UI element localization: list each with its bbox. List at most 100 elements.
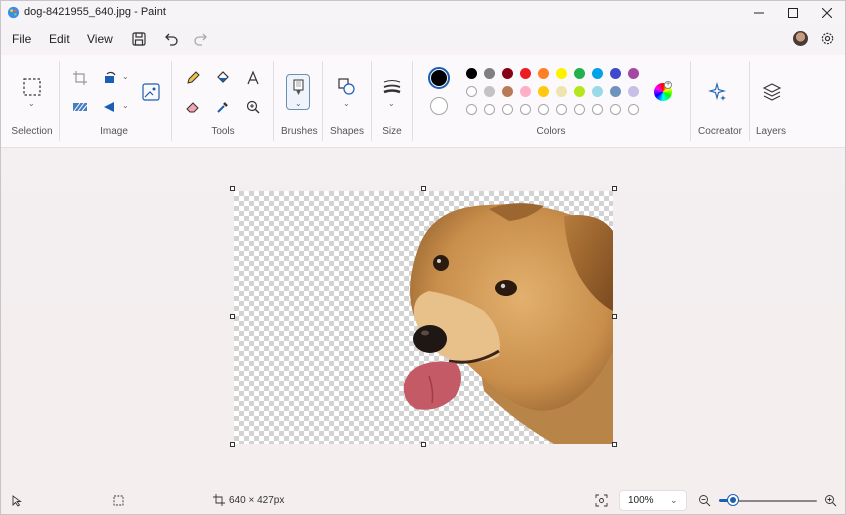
custom-color-slot[interactable] xyxy=(610,104,621,115)
menu-view[interactable]: View xyxy=(87,32,113,46)
ribbon-divider xyxy=(412,61,413,141)
resize-handle-top-middle[interactable] xyxy=(421,186,426,191)
palette-color-swatch[interactable] xyxy=(628,86,639,97)
paint-bucket-icon xyxy=(217,71,229,83)
menu-file[interactable]: File xyxy=(12,32,31,46)
resize-handle-middle-right[interactable] xyxy=(612,314,617,319)
redo-icon[interactable] xyxy=(193,31,209,47)
custom-color-slot[interactable] xyxy=(574,104,585,115)
profile-avatar[interactable] xyxy=(793,31,808,46)
selection-chevron-down-icon[interactable]: ⌄ xyxy=(28,99,35,108)
palette-color-swatch[interactable] xyxy=(592,86,603,97)
drawing-canvas[interactable] xyxy=(234,191,613,444)
palette-color-swatch[interactable] xyxy=(484,68,495,79)
rectangle-select-icon xyxy=(23,78,41,96)
layers-button[interactable] xyxy=(761,81,783,103)
palette-color-swatch[interactable] xyxy=(502,68,513,79)
custom-color-slot[interactable] xyxy=(592,104,603,115)
text-icon xyxy=(247,70,259,85)
rotate-tool[interactable] xyxy=(99,67,121,89)
palette-color-swatch[interactable] xyxy=(466,68,477,79)
size-button[interactable] xyxy=(381,76,403,98)
text-tool[interactable] xyxy=(242,67,264,89)
custom-color-slot[interactable] xyxy=(556,104,567,115)
fill-tool[interactable] xyxy=(212,67,234,89)
palette-color-swatch[interactable] xyxy=(538,86,549,97)
zoom-in-icon[interactable] xyxy=(824,494,837,507)
flip-chevron-down-icon[interactable]: ⌄ xyxy=(122,101,129,110)
zoom-slider-thumb[interactable] xyxy=(728,495,738,505)
resize-handle-bottom-middle[interactable] xyxy=(421,442,426,447)
rotate-chevron-down-icon[interactable]: ⌄ xyxy=(122,72,129,81)
crop-tool[interactable] xyxy=(69,67,91,89)
menu-edit[interactable]: Edit xyxy=(49,32,70,46)
minimize-button[interactable] xyxy=(741,1,777,25)
shapes-chevron-down-icon[interactable]: ⌄ xyxy=(343,99,350,108)
custom-color-slot[interactable] xyxy=(502,104,513,115)
remove-background-tool[interactable] xyxy=(69,96,91,118)
flip-tool[interactable] xyxy=(99,96,121,118)
custom-color-slot[interactable] xyxy=(520,104,531,115)
custom-color-slot[interactable] xyxy=(538,104,549,115)
undo-icon[interactable] xyxy=(163,31,179,47)
rotate-icon xyxy=(105,71,116,83)
ribbon-toolbar: ⌄ Selection ⌄ ⌄ Image Tools ⌄ Brushes ⌄ … xyxy=(1,55,845,148)
eyedropper-icon xyxy=(217,102,228,113)
palette-color-swatch[interactable] xyxy=(628,68,639,79)
selection-tool[interactable] xyxy=(21,76,43,98)
palette-color-swatch[interactable] xyxy=(610,86,621,97)
palette-color-swatch[interactable] xyxy=(466,86,477,97)
gear-icon[interactable] xyxy=(820,31,835,46)
custom-color-slot[interactable] xyxy=(484,104,495,115)
close-button[interactable] xyxy=(809,1,845,25)
palette-color-swatch[interactable] xyxy=(556,86,567,97)
custom-color-slot[interactable] xyxy=(628,104,639,115)
primary-color-swatch[interactable] xyxy=(431,70,447,86)
palette-color-swatch[interactable] xyxy=(610,68,621,79)
group-label-size: Size xyxy=(382,126,402,137)
magnifier-tool[interactable] xyxy=(242,96,264,118)
ribbon-divider xyxy=(273,61,274,141)
cocreator-button[interactable] xyxy=(707,81,729,103)
resize-handle-top-right[interactable] xyxy=(612,186,617,191)
fit-to-window-icon[interactable] xyxy=(595,494,608,507)
zoom-out-icon[interactable] xyxy=(698,494,711,507)
custom-color-slot[interactable] xyxy=(466,104,477,115)
maximize-button[interactable] xyxy=(775,1,811,25)
size-chevron-down-icon[interactable]: ⌄ xyxy=(388,99,395,108)
group-label-cocreator: Cocreator xyxy=(698,126,742,137)
resize-tool[interactable] xyxy=(140,81,162,103)
palette-color-swatch[interactable] xyxy=(574,86,585,97)
zoom-dropdown[interactable]: 100% ⌄ xyxy=(619,490,687,511)
palette-color-swatch[interactable] xyxy=(538,68,549,79)
eraser-tool[interactable] xyxy=(182,96,204,118)
shapes-button[interactable] xyxy=(336,76,358,98)
ribbon-divider xyxy=(171,61,172,141)
zoom-chevron-down-icon: ⌄ xyxy=(670,495,678,505)
magnifier-icon xyxy=(246,100,260,114)
pencil-tool[interactable] xyxy=(182,67,204,89)
brushes-button[interactable]: ⌄ xyxy=(286,74,310,110)
eraser-icon xyxy=(186,102,199,113)
palette-color-swatch[interactable] xyxy=(520,86,531,97)
group-label-image: Image xyxy=(100,126,128,137)
secondary-color-swatch[interactable] xyxy=(430,97,448,115)
stroke-size-icon xyxy=(383,80,401,94)
brushes-chevron-down-icon: ⌄ xyxy=(295,99,302,108)
palette-color-swatch[interactable] xyxy=(592,68,603,79)
palette-color-swatch[interactable] xyxy=(484,86,495,97)
edit-colors-button[interactable]: + xyxy=(654,81,672,101)
palette-color-swatch[interactable] xyxy=(574,68,585,79)
zoom-slider-track[interactable] xyxy=(737,500,817,502)
color-picker-tool[interactable] xyxy=(212,96,234,118)
resize-handle-bottom-right[interactable] xyxy=(612,442,617,447)
save-icon[interactable] xyxy=(131,31,147,47)
palette-color-swatch[interactable] xyxy=(520,68,531,79)
resize-handle-bottom-left[interactable] xyxy=(230,442,235,447)
palette-color-swatch[interactable] xyxy=(556,68,567,79)
pencil-icon xyxy=(187,71,200,84)
palette-color-swatch[interactable] xyxy=(502,86,513,97)
resize-handle-top-left[interactable] xyxy=(230,186,235,191)
group-label-colors: Colors xyxy=(536,126,566,137)
resize-handle-middle-left[interactable] xyxy=(230,314,235,319)
